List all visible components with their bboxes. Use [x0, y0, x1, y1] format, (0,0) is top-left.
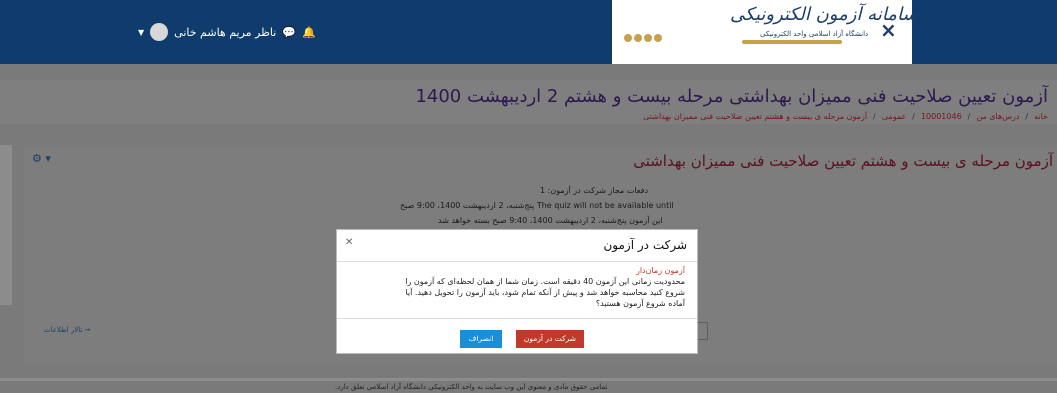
page-title: آزمون تعیین صلاحیت فنی ممیزان بهداشتی مر… — [415, 86, 1048, 107]
forum-link[interactable]: تالار اطلاعات → — [44, 326, 90, 334]
banner-dots-icon — [624, 34, 662, 42]
close-icon[interactable]: × — [880, 18, 897, 42]
breadcrumb-course-code[interactable]: 10001046 — [921, 112, 962, 121]
top-navbar: ▼ ناظر مریم هاشم خانی 💬 🔔 سامانه آزمون ا… — [0, 0, 1057, 64]
breadcrumb-separator: / — [967, 112, 971, 121]
notification-bell-icon[interactable]: 🔔 — [302, 26, 316, 39]
attempts-allowed-text: دفعات مجاز شرکت در آزمون: 1 — [540, 186, 649, 195]
footer-copyright: تمامی حقوق مادی و معنوی این وب سایت به و… — [335, 383, 608, 391]
breadcrumb-separator: / — [1025, 112, 1029, 121]
breadcrumb-separator: / — [873, 112, 876, 121]
quiz-close-date-text: این آزمون پنج‌شنبه، 2 اردیبهشت 1400، 9:4… — [438, 216, 663, 225]
breadcrumb-home[interactable]: خانه — [1034, 112, 1048, 121]
timed-quiz-label: آزمون زمان‌دار — [635, 266, 685, 275]
username-label[interactable]: ناظر مریم هاشم خانی — [174, 26, 276, 39]
quiz-title: آزمون مرحله ی بیست و هشتم تعیین صلاحیت ف… — [633, 152, 1053, 170]
left-drawer-edge — [0, 145, 12, 305]
settings-gear-icon[interactable]: ⚙ ▾ — [32, 152, 51, 165]
breadcrumb-separator: / — [912, 112, 915, 121]
chevron-down-icon[interactable]: ▼ — [138, 28, 144, 37]
modal-body-text: محدودیت زمانی این آزمون 40 دقیقه است. زم… — [405, 277, 685, 308]
modal-footer-divider — [337, 318, 697, 319]
breadcrumb-my-courses[interactable]: درس‌های من — [976, 112, 1019, 121]
start-attempt-modal: شرکت در آزمون ✕ آزمون زمان‌دار محدودیت ز… — [336, 229, 698, 354]
message-icon[interactable]: 💬 — [282, 26, 296, 39]
modal-title: شرکت در آزمون — [603, 238, 687, 252]
site-banner: سامانه آزمون الکترونیکی دانشگاه آزاد اسل… — [612, 0, 918, 64]
cancel-button[interactable]: انصراف — [460, 330, 502, 348]
breadcrumb: خانه / درس‌های من / 10001046 / عمومی / آ… — [643, 112, 1048, 121]
banner-decoration — [742, 40, 842, 44]
breadcrumb-quiz[interactable]: آزمون مرحله ی بیست و هشتم تعیین صلاحیت ف… — [643, 112, 867, 121]
banner-logo-subtitle: دانشگاه آزاد اسلامی واحد الکترونیکی — [760, 30, 869, 38]
breadcrumb-general[interactable]: عمومی — [882, 112, 906, 121]
avatar[interactable] — [150, 23, 169, 41]
footer-divider — [0, 378, 1057, 381]
user-menu[interactable]: ▼ ناظر مریم هاشم خانی 💬 🔔 — [138, 22, 316, 42]
start-attempt-button[interactable]: شرکت در آزمون — [516, 330, 584, 348]
modal-header: شرکت در آزمون ✕ — [337, 230, 697, 262]
close-icon[interactable]: ✕ — [345, 237, 353, 248]
quiz-open-date-text: The quiz will not be available until پنج… — [400, 201, 674, 210]
